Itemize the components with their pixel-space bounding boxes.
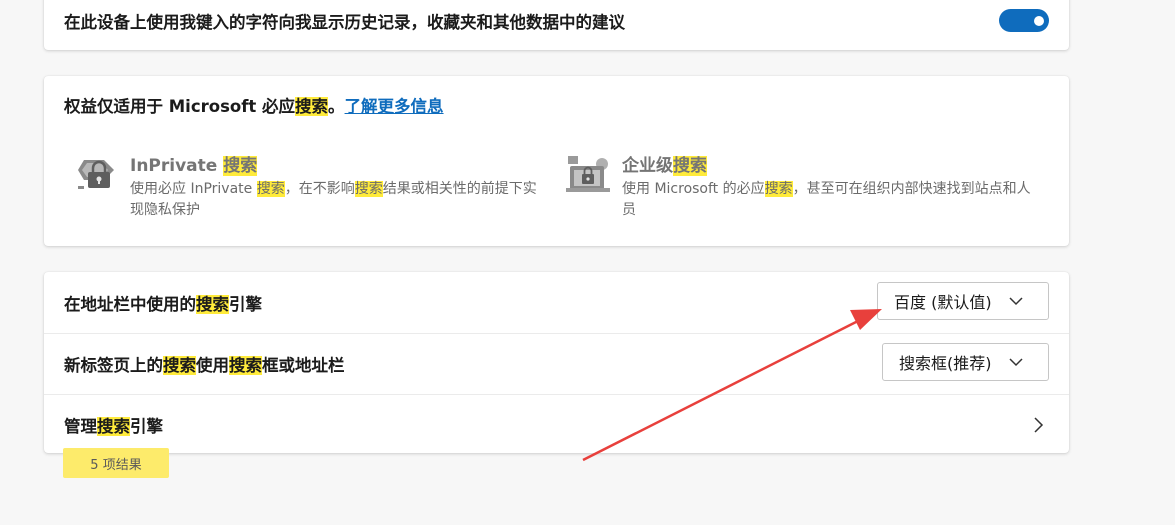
enterprise-description: 使用 Microsoft 的必应搜索，甚至可在组织内部快速找到站点和人员 (622, 179, 1042, 221)
new-tab-label-3: 框或地址栏 (262, 356, 345, 375)
history-suggestions-card: 在此设备上使用我键入的字符向我显示历史记录，收藏夹和其他数据中的建议 (44, 0, 1069, 50)
address-bar-engine-label: 在地址栏中使用的搜索引擎 (64, 291, 262, 315)
address-bar-engine-select[interactable]: 百度 (默认值) (877, 282, 1049, 320)
address-bar-engine-row: 在地址栏中使用的搜索引擎 百度 (默认值) (44, 272, 1069, 334)
bing-benefits-card: 权益仅适用于 Microsoft 必应搜索。了解更多信息 InPrivate 搜… (44, 76, 1069, 246)
manage-search-engines-label: 管理搜索引擎 (64, 413, 163, 437)
chevron-down-icon (1008, 358, 1023, 367)
enterprise-desc-1: 使用 Microsoft 的必应 (622, 181, 765, 197)
inprivate-title: InPrivate 搜索 (130, 151, 258, 176)
new-tab-label-2: 使用 (196, 356, 229, 375)
inprivate-description: 使用必应 InPrivate 搜索，在不影响搜索结果或相关性的前提下实现隐私保护 (130, 179, 550, 221)
enterprise-search-icon (566, 156, 610, 192)
enterprise-title-highlight: 搜索 (673, 156, 707, 176)
address-bar-label-hl: 搜索 (196, 295, 229, 314)
manage-label-2: 引擎 (130, 417, 163, 436)
new-tab-label-1: 新标签页上的 (64, 356, 163, 375)
learn-more-link[interactable]: 了解更多信息 (345, 97, 444, 116)
benefits-title-highlight: 搜索 (295, 97, 329, 116)
new-tab-search-label: 新标签页上的搜索使用搜索框或地址栏 (64, 352, 345, 376)
manage-label-1: 管理 (64, 417, 97, 436)
new-tab-search-select[interactable]: 搜索框(推荐) (882, 343, 1049, 381)
chevron-down-icon (1009, 297, 1023, 306)
address-bar-label-1: 在地址栏中使用的 (64, 295, 196, 314)
manage-search-engines-row[interactable]: 管理搜索引擎 (44, 394, 1069, 455)
new-tab-label-hl1: 搜索 (163, 356, 196, 375)
enterprise-title-text: 企业级 (622, 156, 673, 176)
inprivate-title-highlight: 搜索 (223, 156, 258, 176)
new-tab-search-value: 搜索框(推荐) (899, 354, 992, 373)
enterprise-title: 企业级搜索 (622, 151, 707, 176)
new-tab-label-hl2: 搜索 (229, 356, 262, 375)
inprivate-desc-hl2: 搜索 (354, 181, 383, 197)
new-tab-search-row: 新标签页上的搜索使用搜索框或地址栏 搜索框(推荐) (44, 333, 1069, 395)
enterprise-desc-hl1: 搜索 (764, 181, 793, 197)
address-bar-engine-value: 百度 (默认值) (894, 293, 992, 312)
results-count-badge: 5 项结果 (63, 448, 169, 478)
address-bar-label-2: 引擎 (229, 295, 262, 314)
inprivate-title-text: InPrivate (130, 156, 224, 176)
benefits-title: 权益仅适用于 Microsoft 必应搜索。了解更多信息 (64, 93, 444, 117)
search-engine-card: 在地址栏中使用的搜索引擎 百度 (默认值) 新标签页上的搜索使用搜索框或地址栏 … (44, 272, 1069, 453)
history-suggestions-toggle[interactable] (999, 9, 1049, 32)
inprivate-desc-2: ，在不影响 (284, 181, 355, 197)
benefits-title-suffix: 。 (328, 97, 345, 116)
benefits-title-text: 权益仅适用于 Microsoft 必应 (64, 97, 296, 116)
history-suggestions-label: 在此设备上使用我键入的字符向我显示历史记录，收藏夹和其他数据中的建议 (64, 13, 625, 32)
inprivate-desc-1: 使用必应 InPrivate (130, 181, 257, 197)
toggle-knob (1034, 15, 1044, 26)
manage-label-hl: 搜索 (97, 417, 130, 436)
inprivate-desc-hl1: 搜索 (256, 181, 285, 197)
chevron-right-icon (1034, 417, 1044, 433)
inprivate-search-icon (78, 160, 114, 189)
